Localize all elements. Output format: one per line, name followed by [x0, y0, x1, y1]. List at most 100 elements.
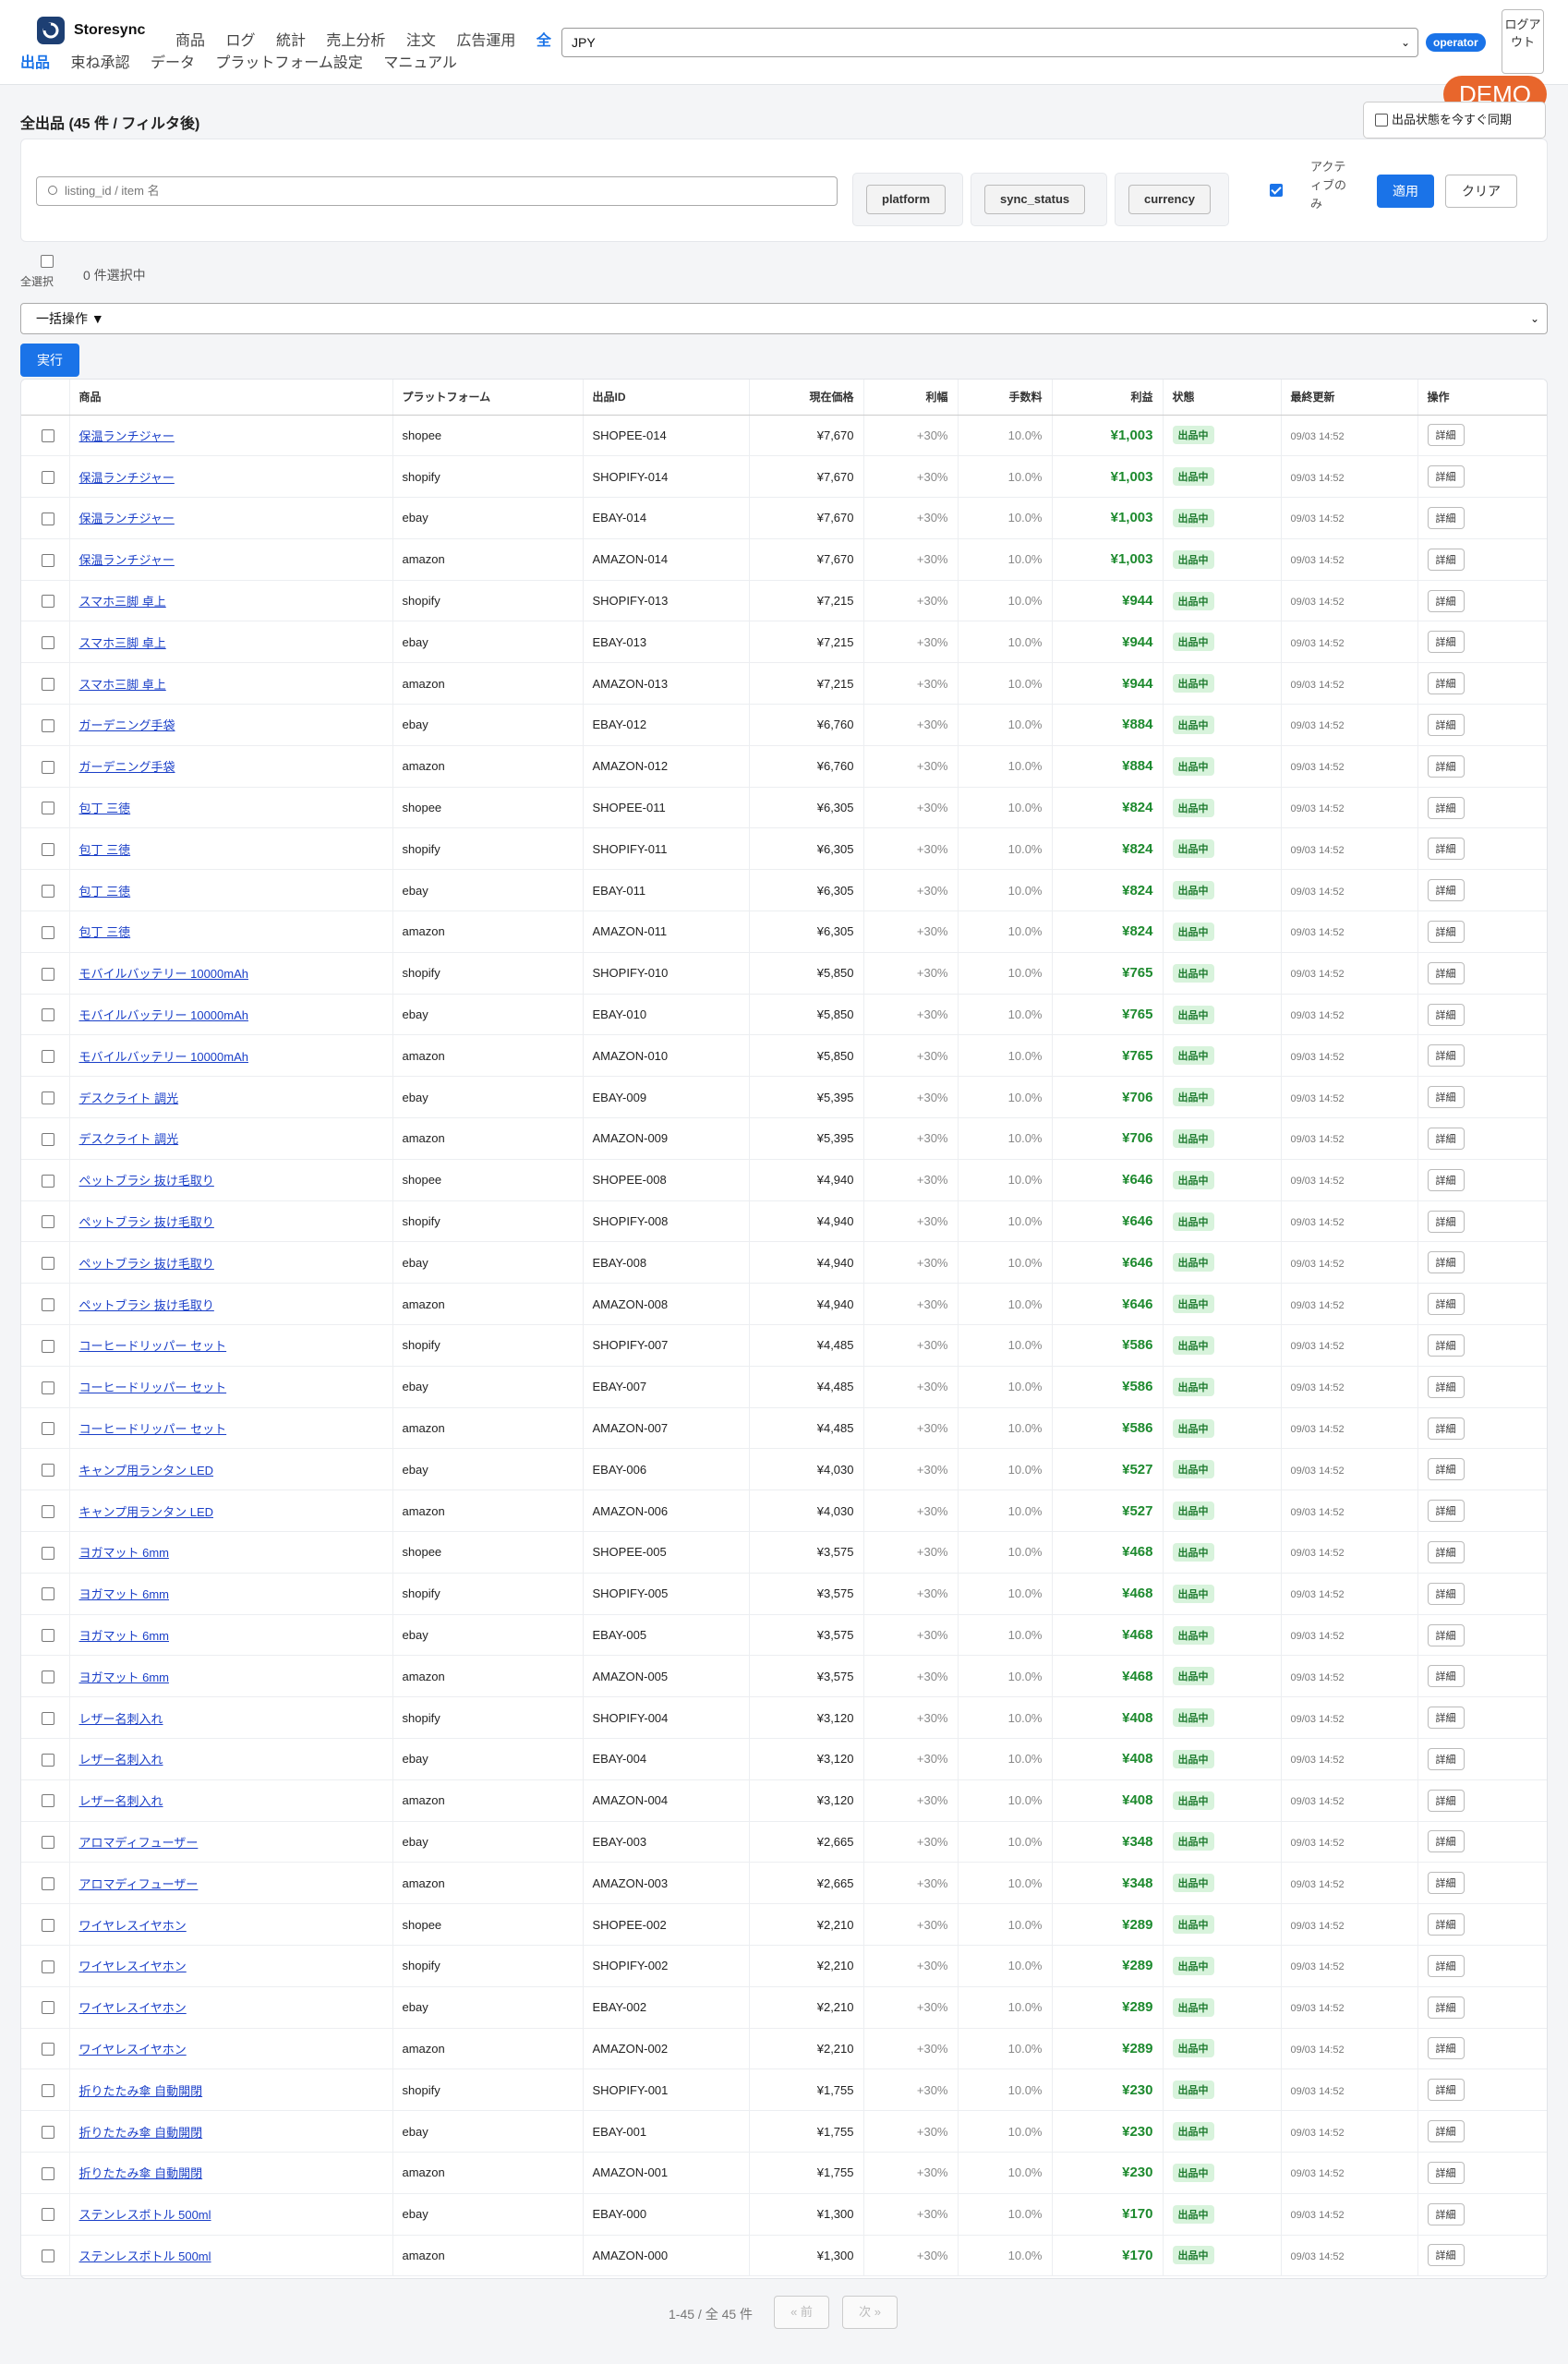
row-checkbox[interactable]	[42, 925, 54, 939]
item-link[interactable]: ヨガマット 6mm	[79, 1546, 170, 1560]
row-checkbox[interactable]	[42, 1132, 54, 1146]
clear-button[interactable]: クリア	[1445, 175, 1517, 208]
item-link[interactable]: ワイヤレスイヤホン	[79, 2043, 187, 2056]
row-checkbox[interactable]	[42, 2249, 54, 2263]
detail-button[interactable]: 詳細	[1427, 2202, 1465, 2225]
nav-manual[interactable]: マニュアル	[383, 55, 457, 71]
detail-button[interactable]: 詳細	[1427, 2037, 1465, 2060]
detail-button[interactable]: 詳細	[1427, 1333, 1465, 1357]
col-margin[interactable]: 利幅	[862, 380, 958, 416]
nav-orders[interactable]: 注文	[406, 33, 436, 49]
item-link[interactable]: 折りたたみ傘 自動開閉	[79, 2166, 203, 2180]
nav-products[interactable]: 商品	[175, 33, 205, 49]
row-checkbox[interactable]	[42, 2084, 54, 2098]
row-checkbox[interactable]	[42, 2166, 54, 2180]
apply-button[interactable]: 適用	[1377, 175, 1434, 208]
execute-button[interactable]: 実行	[20, 344, 79, 377]
row-checkbox[interactable]	[42, 470, 54, 484]
detail-button[interactable]: 詳細	[1427, 1996, 1465, 2019]
item-link[interactable]: 保温ランチジャー	[79, 429, 175, 443]
col-listing-id[interactable]: 出品ID	[582, 380, 749, 416]
item-link[interactable]: ヨガマット 6mm	[79, 1670, 170, 1684]
row-checkbox[interactable]	[42, 802, 54, 815]
detail-button[interactable]: 詳細	[1427, 713, 1465, 736]
row-checkbox[interactable]	[42, 429, 54, 443]
nav-sales-analysis[interactable]: 売上分析	[326, 33, 385, 49]
detail-button[interactable]: 詳細	[1427, 548, 1465, 571]
row-checkbox[interactable]	[42, 1297, 54, 1311]
row-checkbox[interactable]	[42, 1381, 54, 1394]
item-link[interactable]: 保温ランチジャー	[79, 471, 175, 485]
item-link[interactable]: スマホ三脚 卓上	[79, 636, 166, 650]
detail-button[interactable]: 詳細	[1427, 1913, 1465, 1936]
logout-button[interactable]: ログアウト	[1502, 9, 1544, 74]
detail-button[interactable]: 詳細	[1427, 2244, 1465, 2267]
select-all-checkbox[interactable]	[41, 255, 54, 268]
item-link[interactable]: ワイヤレスイヤホン	[79, 2001, 187, 2015]
row-checkbox[interactable]	[42, 718, 54, 732]
item-link[interactable]: スマホ三脚 卓上	[79, 595, 166, 609]
logo[interactable]: Storesync	[37, 17, 145, 44]
item-link[interactable]: ガーデニング手袋	[79, 760, 175, 774]
detail-button[interactable]: 詳細	[1427, 961, 1465, 984]
row-checkbox[interactable]	[42, 843, 54, 857]
item-link[interactable]: デスクライト 調光	[79, 1092, 179, 1105]
col-item[interactable]: 商品	[68, 380, 392, 416]
nav-bundle-approval[interactable]: 束ね承認	[70, 55, 129, 71]
detail-button[interactable]: 詳細	[1427, 1747, 1465, 1770]
detail-button[interactable]: 詳細	[1427, 1623, 1465, 1646]
detail-button[interactable]: 詳細	[1427, 424, 1465, 447]
row-checkbox[interactable]	[42, 1794, 54, 1808]
item-link[interactable]: アロマディフューザー	[79, 1836, 199, 1850]
col-platform[interactable]: プラットフォーム	[392, 380, 583, 416]
row-checkbox[interactable]	[42, 553, 54, 567]
detail-button[interactable]: 詳細	[1427, 2161, 1465, 2184]
nav-platform-settings[interactable]: プラットフォーム設定	[215, 55, 363, 71]
item-link[interactable]: キャンプ用ランタン LED	[79, 1464, 214, 1478]
nav-stats[interactable]: 統計	[276, 33, 306, 49]
col-price[interactable]: 現在価格	[748, 380, 863, 416]
detail-button[interactable]: 詳細	[1427, 879, 1465, 902]
row-checkbox[interactable]	[42, 677, 54, 691]
sync-now-button[interactable]: 出品状態を今すぐ同期	[1363, 102, 1546, 139]
item-link[interactable]: レザー名刺入れ	[79, 1794, 163, 1808]
nav-data[interactable]: データ	[151, 55, 195, 71]
item-link[interactable]: デスクライト 調光	[79, 1132, 179, 1146]
detail-button[interactable]: 詳細	[1427, 672, 1465, 695]
item-link[interactable]: スマホ三脚 卓上	[79, 678, 166, 692]
detail-button[interactable]: 詳細	[1427, 920, 1465, 943]
item-link[interactable]: モバイルバッテリー 10000mAh	[79, 1050, 249, 1064]
item-link[interactable]: キャンプ用ランタン LED	[79, 1505, 214, 1519]
detail-button[interactable]: 詳細	[1427, 1168, 1465, 1191]
detail-button[interactable]: 詳細	[1427, 1540, 1465, 1563]
detail-button[interactable]: 詳細	[1427, 1458, 1465, 1481]
active-only-checkbox[interactable]	[1270, 184, 1283, 197]
detail-button[interactable]: 詳細	[1427, 465, 1465, 488]
detail-button[interactable]: 詳細	[1427, 1789, 1465, 1812]
row-checkbox[interactable]	[42, 2208, 54, 2222]
detail-button[interactable]: 詳細	[1427, 1500, 1465, 1523]
sync-status-filter[interactable]: sync_status	[984, 185, 1086, 214]
row-checkbox[interactable]	[42, 1215, 54, 1229]
item-link[interactable]: ガーデニング手袋	[79, 718, 175, 732]
row-checkbox[interactable]	[42, 1836, 54, 1850]
item-link[interactable]: ワイヤレスイヤホン	[79, 1960, 187, 1973]
row-checkbox[interactable]	[42, 1174, 54, 1188]
detail-button[interactable]: 詳細	[1427, 1127, 1465, 1150]
nav-all[interactable]: 全	[537, 33, 551, 49]
item-link[interactable]: コーヒードリッパー セット	[79, 1339, 227, 1353]
item-link[interactable]: ペットブラシ 抜け毛取り	[79, 1298, 214, 1312]
row-checkbox[interactable]	[42, 512, 54, 525]
row-checkbox[interactable]	[42, 1753, 54, 1767]
row-checkbox[interactable]	[42, 2125, 54, 2139]
detail-button[interactable]: 詳細	[1427, 1003, 1465, 1026]
row-checkbox[interactable]	[42, 1960, 54, 1973]
item-link[interactable]: コーヒードリッパー セット	[79, 1422, 227, 1436]
item-link[interactable]: ペットブラシ 抜け毛取り	[79, 1257, 214, 1271]
item-link[interactable]: ペットブラシ 抜け毛取り	[79, 1174, 214, 1188]
detail-button[interactable]: 詳細	[1427, 2120, 1465, 2143]
item-link[interactable]: ヨガマット 6mm	[79, 1629, 170, 1643]
row-checkbox[interactable]	[42, 1711, 54, 1725]
detail-button[interactable]: 詳細	[1427, 2079, 1465, 2102]
row-checkbox[interactable]	[42, 1587, 54, 1601]
